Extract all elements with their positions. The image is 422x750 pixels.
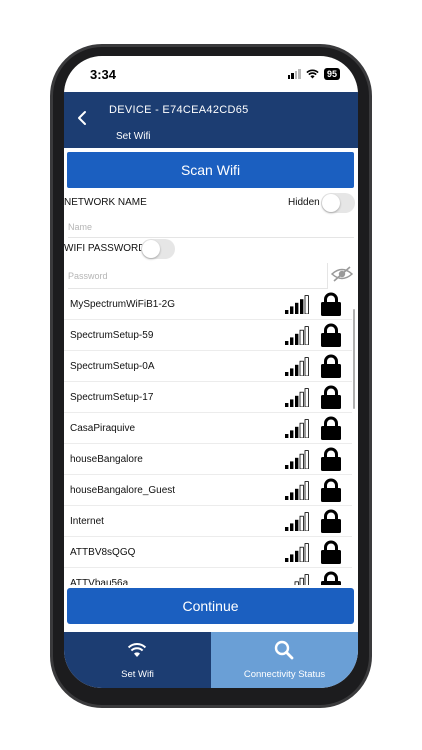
lock-icon xyxy=(321,478,341,502)
tab-connectivity-status[interactable]: Connectivity Status xyxy=(211,632,358,688)
lock-icon xyxy=(321,416,341,440)
wifi-password-label: WIFI PASSWORD xyxy=(64,243,146,254)
network-name: ATTVbau56a xyxy=(70,578,129,585)
network-name: houseBangalore xyxy=(70,454,143,465)
app-header: DEVICE - E74CEA42CD65 Set Wifi xyxy=(64,92,358,148)
tab-set-wifi-label: Set Wifi xyxy=(121,669,154,680)
hidden-toggle[interactable] xyxy=(321,193,355,213)
network-name: MySpectrumWiFiB1-2G xyxy=(70,299,176,310)
network-row[interactable]: houseBangalore xyxy=(64,444,352,475)
network-name: SpectrumSetup-59 xyxy=(70,330,154,341)
network-row[interactable]: MySpectrumWiFiB1-2G xyxy=(64,289,352,320)
signal-strength-icon xyxy=(285,512,309,531)
network-row[interactable]: houseBangalore_Guest xyxy=(64,475,352,506)
lock-icon xyxy=(321,354,341,378)
password-input[interactable] xyxy=(68,263,328,289)
bottom-nav: Set Wifi Connectivity Status xyxy=(64,632,358,688)
lock-icon xyxy=(321,323,341,347)
cellular-signal-icon xyxy=(287,69,301,79)
lock-icon xyxy=(321,447,341,471)
app-screen: 3:34 95 DEVICE - E74CEA42CD65 Set Wifi S… xyxy=(64,56,358,688)
list-scrollbar[interactable] xyxy=(353,309,355,409)
status-time: 3:34 xyxy=(90,67,117,82)
signal-strength-icon xyxy=(285,388,309,407)
signal-strength-icon xyxy=(285,357,309,376)
wifi-password-toggle[interactable] xyxy=(141,239,175,259)
network-name: ATTBV8sQGQ xyxy=(70,547,136,558)
network-name: SpectrumSetup-0A xyxy=(70,361,155,372)
wifi-icon xyxy=(126,640,148,660)
device-title: DEVICE - E74CEA42CD65 xyxy=(109,104,249,116)
status-bar: 3:34 95 xyxy=(64,56,358,92)
battery-icon: 95 xyxy=(323,68,340,80)
network-name-label: NETWORK NAME xyxy=(64,197,147,208)
network-name-input[interactable] xyxy=(68,216,354,238)
network-row[interactable]: SpectrumSetup-17 xyxy=(64,382,352,413)
continue-button[interactable]: Continue xyxy=(67,588,354,624)
back-arrow-icon[interactable] xyxy=(72,106,92,130)
network-row[interactable]: CasaPiraquive xyxy=(64,413,352,444)
signal-strength-icon xyxy=(285,419,309,438)
network-list: MySpectrumWiFiB1-2G SpectrumSetup-59 Spect… xyxy=(64,289,358,585)
network-row[interactable]: SpectrumSetup-59 xyxy=(64,320,352,351)
network-row[interactable]: SpectrumSetup-0A xyxy=(64,351,352,382)
search-icon xyxy=(273,640,295,660)
signal-strength-icon xyxy=(285,543,309,562)
hidden-label: Hidden xyxy=(288,197,320,208)
signal-strength-icon xyxy=(294,574,309,585)
lock-icon xyxy=(321,292,341,316)
network-name: Internet xyxy=(70,516,104,527)
signal-strength-icon xyxy=(285,295,309,314)
network-row[interactable]: ATTVbau56a xyxy=(64,568,352,585)
lock-icon xyxy=(321,571,341,585)
tab-connectivity-status-label: Connectivity Status xyxy=(243,669,326,680)
network-name: houseBangalore_Guest xyxy=(70,485,176,496)
wifi-status-icon xyxy=(306,69,319,79)
signal-strength-icon xyxy=(285,450,309,469)
lock-icon xyxy=(321,509,341,533)
network-name: SpectrumSetup-17 xyxy=(70,392,154,403)
network-row[interactable]: Internet xyxy=(64,506,352,537)
eye-slash-icon[interactable] xyxy=(330,265,354,283)
page-subtitle: Set Wifi xyxy=(116,131,151,142)
scan-wifi-button[interactable]: Scan Wifi xyxy=(67,152,354,188)
tab-set-wifi[interactable]: Set Wifi xyxy=(64,632,211,688)
lock-icon xyxy=(321,385,341,409)
lock-icon xyxy=(321,540,341,564)
signal-strength-icon xyxy=(285,481,309,500)
signal-strength-icon xyxy=(285,326,309,345)
network-name: CasaPiraquive xyxy=(70,423,136,434)
network-row[interactable]: ATTBV8sQGQ xyxy=(64,537,352,568)
status-icons: 95 xyxy=(287,68,340,80)
